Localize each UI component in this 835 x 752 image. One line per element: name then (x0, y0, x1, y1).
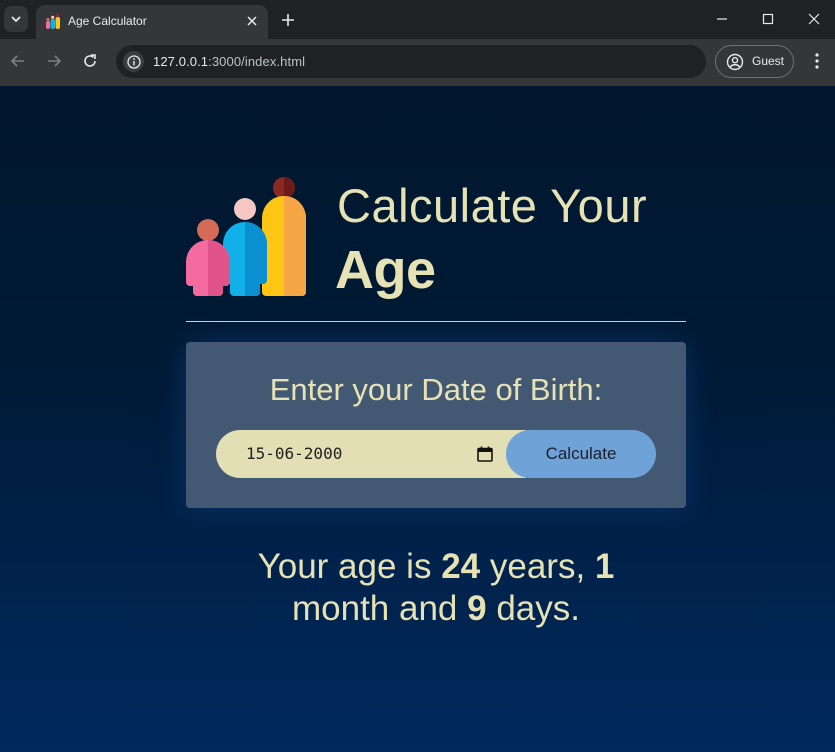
address-bar[interactable]: 127.0.0.1:3000/index.html (116, 45, 706, 78)
result-months: 1 (594, 547, 615, 586)
result-years: 24 (441, 547, 481, 586)
browser-window: Age Calculator 127.0.0.1:3000/index.html… (0, 0, 835, 86)
family-icon (186, 177, 306, 296)
page-title-emphasis: Age (335, 240, 436, 300)
tab-title: Age Calculator (68, 14, 147, 28)
kebab-menu-icon[interactable] (808, 51, 826, 71)
maximize-icon[interactable] (758, 9, 778, 29)
site-info-icon[interactable] (123, 51, 144, 72)
url-host: 127.0.0.1 (153, 54, 209, 69)
forward-arrow-icon[interactable] (44, 51, 64, 71)
tab-strip: Age Calculator (0, 0, 835, 39)
result-years-word: years, (489, 547, 586, 586)
dob-prompt: Enter your Date of Birth: (269, 372, 603, 407)
browser-tab[interactable]: Age Calculator (36, 5, 268, 39)
chevron-down-icon (11, 16, 21, 23)
info-circle-icon (126, 54, 141, 69)
page-content: Calculate Your Age Enter your Date of Bi… (0, 86, 835, 752)
profile-label: Guest (752, 54, 785, 68)
browser-toolbar: 127.0.0.1:3000/index.html Guest (0, 39, 835, 86)
close-window-icon[interactable] (804, 9, 824, 29)
url-text: 127.0.0.1:3000/index.html (153, 54, 305, 69)
profile-button[interactable]: Guest (715, 45, 794, 78)
result-days: 9 (467, 589, 487, 628)
close-tab-icon[interactable] (244, 13, 260, 29)
dob-date-value: 15-06-2000 (246, 444, 343, 463)
calculate-button[interactable]: Calculate (506, 430, 656, 478)
new-tab-icon[interactable] (278, 10, 298, 30)
dob-form-card: Enter your Date of Birth: 15-06-2000 Cal… (186, 342, 686, 508)
dob-date-input[interactable]: 15-06-2000 (216, 430, 526, 478)
tab-search-button[interactable] (4, 6, 28, 32)
profile-icon (726, 53, 744, 71)
result-months-word: month and (292, 589, 458, 628)
minimize-icon[interactable] (712, 9, 732, 29)
page-title: Calculate Your (337, 179, 648, 232)
reload-icon[interactable] (80, 51, 100, 71)
url-path: :3000/index.html (208, 54, 306, 69)
back-arrow-icon[interactable] (8, 51, 28, 71)
divider (186, 321, 686, 322)
family-favicon-icon (46, 14, 60, 29)
result-prefix: Your age is (257, 547, 432, 586)
age-result: Your age is 24 years, 1 month and 9 days… (186, 546, 686, 630)
result-days-word: days. (496, 589, 580, 628)
calendar-icon[interactable] (476, 445, 494, 463)
